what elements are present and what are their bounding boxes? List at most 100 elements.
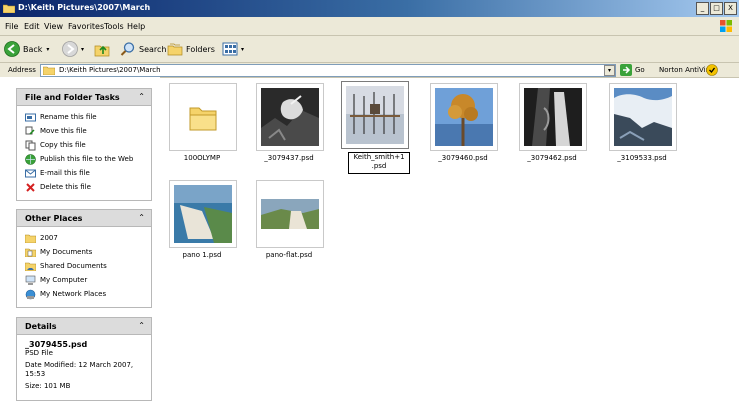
photo-thumbnail — [614, 88, 672, 146]
file-label[interactable]: pano 1.psd — [162, 251, 242, 259]
thumbnail-file[interactable] — [609, 83, 677, 151]
search-button[interactable]: Search — [120, 41, 166, 57]
photo-thumbnail — [261, 185, 319, 243]
computer-icon — [25, 275, 36, 285]
place-label: Shared Documents — [40, 262, 107, 270]
place-2007[interactable]: 2007 — [25, 231, 145, 245]
forward-arrow-icon — [62, 41, 78, 57]
menu-help[interactable]: Help — [127, 22, 145, 31]
task-label: Publish this file to the Web — [40, 155, 134, 163]
photo-thumbnail — [346, 86, 404, 144]
address-dropdown-icon[interactable]: ▾ — [604, 65, 615, 76]
up-folder-icon — [94, 45, 110, 57]
details-panel: Details ⌃ _3079455.psd PSD File Date Mod… — [16, 317, 152, 401]
windows-logo-icon — [720, 20, 732, 32]
folders-icon — [167, 43, 183, 56]
task-label: E-mail this file — [40, 169, 90, 177]
menu-edit[interactable]: Edit — [24, 22, 40, 31]
detail-modified-time: 15:53 — [25, 370, 46, 378]
back-dropdown-icon[interactable]: ▾ — [46, 46, 49, 53]
file-label[interactable]: _3079437.psd — [249, 154, 329, 162]
detail-modified: Date Modified: 12 March 2007, — [25, 361, 134, 369]
task-label: Copy this file — [40, 141, 86, 149]
address-label: Address — [8, 66, 36, 74]
menu-file[interactable]: File — [5, 22, 18, 31]
task-rename[interactable]: Rename this file — [25, 110, 145, 124]
place-shared-documents[interactable]: Shared Documents — [25, 259, 145, 273]
views-button[interactable]: ▾ — [222, 41, 244, 57]
rename-textbox[interactable]: Keith_smith+1 .psd — [348, 152, 410, 174]
norton-shield-icon[interactable] — [706, 64, 718, 76]
address-input[interactable]: D:\Keith Pictures\2007\March — [40, 64, 616, 77]
task-email[interactable]: E-mail this file — [25, 166, 145, 180]
collapse-chevron-icon[interactable]: ⌃ — [138, 92, 145, 101]
panel-title: File and Folder Tasks — [25, 93, 120, 102]
minimize-button[interactable]: _ — [696, 2, 709, 15]
photo-thumbnail — [261, 88, 319, 146]
go-button[interactable]: Go — [620, 64, 645, 76]
file-label[interactable]: _3109533.psd — [602, 154, 682, 162]
task-label: Move this file — [40, 127, 87, 135]
thumbnail-file[interactable] — [256, 83, 324, 151]
collapse-chevron-icon[interactable]: ⌃ — [138, 321, 145, 330]
address-bar: Address D:\Keith Pictures\2007\March ▾ G… — [0, 63, 739, 78]
panel-title: Other Places — [25, 214, 83, 223]
move-icon — [25, 126, 35, 135]
search-label: Search — [139, 44, 167, 54]
up-folder-button[interactable] — [94, 41, 113, 57]
thumbnail-folder-100olymp[interactable] — [169, 83, 237, 151]
place-my-computer[interactable]: My Computer — [25, 273, 145, 287]
window-title: D:\Keith Pictures\2007\March — [18, 3, 151, 12]
my-documents-icon — [25, 248, 36, 257]
file-folder-tasks-header[interactable]: File and Folder Tasks ⌃ — [17, 89, 151, 106]
back-label: Back — [23, 44, 43, 54]
delete-x-icon — [26, 182, 35, 192]
details-header[interactable]: Details ⌃ — [17, 318, 151, 335]
place-label: My Computer — [40, 276, 88, 284]
file-label[interactable]: pano-flat.psd — [249, 251, 329, 259]
task-copy[interactable]: Copy this file — [25, 138, 145, 152]
folder-icon — [3, 4, 15, 13]
photo-thumbnail — [174, 185, 232, 243]
place-my-network-places[interactable]: My Network Places — [25, 287, 145, 301]
go-label: Go — [635, 66, 645, 74]
forward-button[interactable]: ▾ — [62, 41, 84, 57]
rename-text-line2: .psd — [371, 162, 387, 170]
detail-size: Size: 101 MB — [25, 382, 71, 390]
menu-tools[interactable]: Tools — [104, 22, 124, 31]
task-pane: File and Folder Tasks ⌃ Rename this file… — [0, 77, 160, 416]
collapse-chevron-icon[interactable]: ⌃ — [138, 213, 145, 222]
menu-bar: File Edit View Favorites Tools Help — [0, 17, 739, 36]
search-icon — [120, 42, 135, 56]
thumbnail-file[interactable] — [256, 180, 324, 248]
email-icon — [25, 169, 36, 177]
panel-title: Details — [25, 322, 57, 331]
folders-button[interactable]: Folders — [167, 41, 215, 57]
place-label: 2007 — [40, 234, 58, 242]
file-label[interactable]: 100OLYMP — [162, 154, 242, 162]
thumbnail-file[interactable] — [430, 83, 498, 151]
menu-view[interactable]: View — [44, 22, 63, 31]
file-label[interactable]: _3079462.psd — [512, 154, 592, 162]
other-places-header[interactable]: Other Places ⌃ — [17, 210, 151, 227]
photo-thumbnail — [435, 88, 493, 146]
close-button[interactable]: X — [724, 2, 737, 15]
thumbnail-file-selected[interactable] — [341, 81, 409, 149]
task-delete[interactable]: Delete this file — [25, 180, 145, 194]
place-my-documents[interactable]: My Documents — [25, 245, 145, 259]
maximize-button[interactable]: □ — [710, 2, 723, 15]
views-dropdown-icon[interactable]: ▾ — [241, 46, 244, 53]
task-publish[interactable]: Publish this file to the Web — [25, 152, 145, 166]
file-label[interactable]: _3079460.psd — [423, 154, 503, 162]
back-button[interactable]: Back ▾ — [4, 41, 49, 57]
thumbnail-file[interactable] — [169, 180, 237, 248]
task-move[interactable]: Move this file — [25, 124, 145, 138]
thumbnail-file[interactable] — [519, 83, 587, 151]
views-grid-icon — [222, 42, 238, 56]
title-bar[interactable]: D:\Keith Pictures\2007\March _ □ X — [0, 0, 739, 17]
forward-dropdown-icon[interactable]: ▾ — [81, 46, 84, 53]
task-label: Delete this file — [40, 183, 91, 191]
menu-favorites[interactable]: Favorites — [68, 22, 104, 31]
place-label: My Documents — [40, 248, 93, 256]
toolbar: Back ▾ ▾ Search Folders ▾ — [0, 36, 739, 63]
